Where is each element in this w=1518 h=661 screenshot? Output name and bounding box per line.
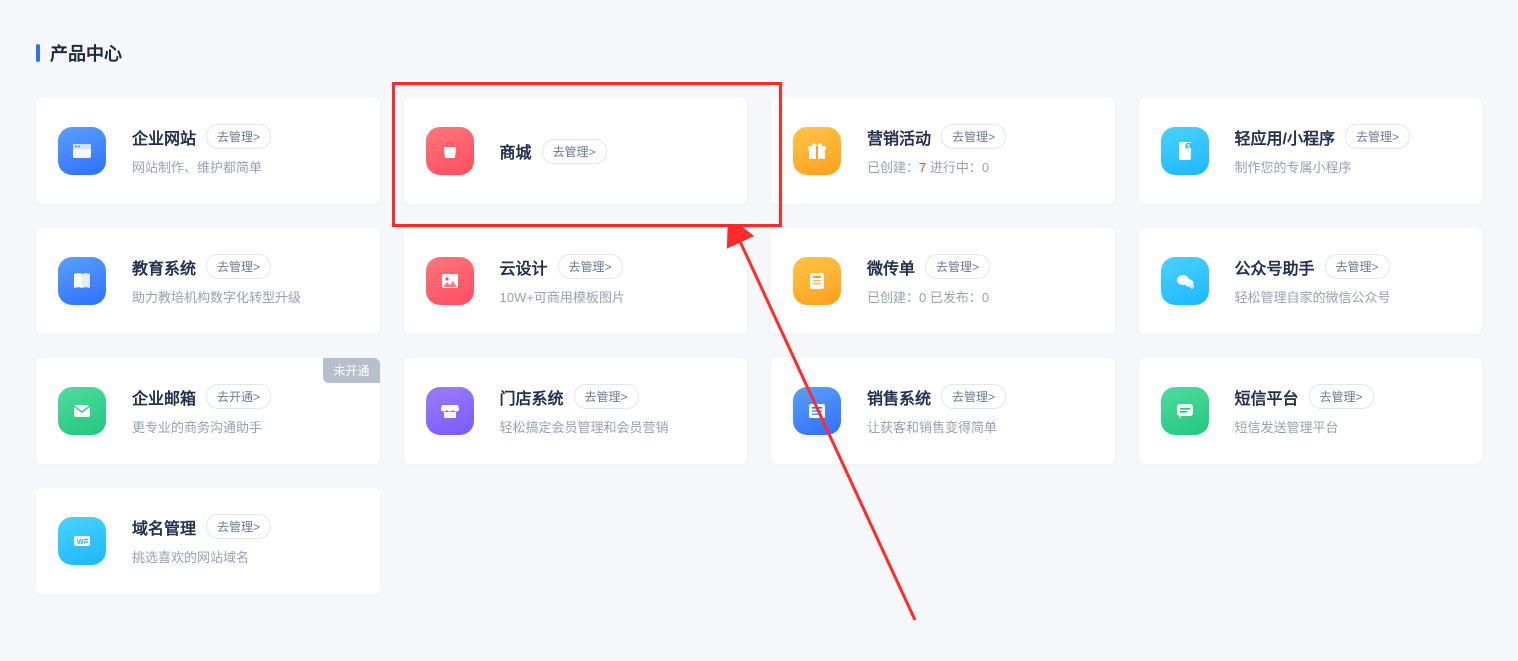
card-desc: 让获客和销售变得简单 [867, 419, 1093, 437]
manage-button[interactable]: 去管理> [941, 124, 1006, 149]
card-desc: 已创建：7 进行中：0 [867, 159, 1093, 177]
card-desc: 助力教培机构数字化转型升级 [132, 289, 358, 307]
bag-icon [426, 127, 474, 175]
card-title: 域名管理 [132, 515, 196, 539]
card-shop[interactable]: 商城 去管理> [404, 98, 748, 204]
card-title: 门店系统 [500, 385, 564, 409]
manage-button[interactable]: 去管理> [542, 139, 607, 164]
manage-button[interactable]: 去管理> [206, 254, 271, 279]
manage-button[interactable]: 去管理> [206, 514, 271, 539]
card-store-system[interactable]: 门店系统 去管理> 轻松搞定会员管理和会员营销 [404, 358, 748, 464]
image-icon [426, 257, 474, 305]
card-title: 营销活动 [867, 125, 931, 149]
card-education[interactable]: 教育系统 去管理> 助力教培机构数字化转型升级 [36, 228, 380, 334]
wechat-icon [1161, 257, 1209, 305]
card-desc: 轻松搞定会员管理和会员营销 [500, 419, 726, 437]
card-enterprise-mail[interactable]: 未开通 企业邮箱 去开通> 更专业的商务沟通助手 [36, 358, 380, 464]
card-title: 轻应用/小程序 [1235, 125, 1335, 149]
card-title: 公众号助手 [1235, 255, 1315, 279]
card-desc: 短信发送管理平台 [1235, 419, 1461, 437]
card-desc: 轻松管理自家的微信公众号 [1235, 289, 1461, 307]
card-sms-platform[interactable]: 短信平台 去管理> 短信发送管理平台 [1139, 358, 1483, 464]
section-title: 产品中心 [50, 40, 122, 66]
manage-button[interactable]: 去管理> [206, 124, 271, 149]
card-title: 短信平台 [1235, 385, 1299, 409]
manage-button[interactable]: 去管理> [574, 384, 639, 409]
mail-icon [58, 387, 106, 435]
card-cloud-design[interactable]: 云设计 去管理> 10W+可商用模板图片 [404, 228, 748, 334]
card-miniapp[interactable]: 轻应用/小程序 去管理> 制作您的专属小程序 [1139, 98, 1483, 204]
card-title: 商城 [500, 139, 532, 163]
status-badge: 未开通 [323, 358, 379, 383]
card-desc: 已创建：0 已发布：0 [867, 289, 1093, 307]
section-header: 产品中心 [36, 40, 1482, 66]
activate-button[interactable]: 去开通> [206, 384, 271, 409]
domain-icon: W. [58, 517, 106, 565]
list-icon [793, 387, 841, 435]
card-domain-management[interactable]: W. 域名管理 去管理> 挑选喜欢的网站域名 [36, 488, 380, 594]
card-title: 企业邮箱 [132, 385, 196, 409]
product-grid: 企业网站 去管理> 网站制作、维护都简单 商城 去管理> [36, 98, 1482, 594]
card-flyer[interactable]: 微传单 去管理> 已创建：0 已发布：0 [771, 228, 1115, 334]
gift-icon [793, 127, 841, 175]
sms-icon [1161, 387, 1209, 435]
card-sales-system[interactable]: 销售系统 去管理> 让获客和销售变得简单 [771, 358, 1115, 464]
manage-button[interactable]: 去管理> [925, 254, 990, 279]
miniapp-icon [1161, 127, 1209, 175]
card-title: 销售系统 [867, 385, 931, 409]
card-desc: 更专业的商务沟通助手 [132, 419, 358, 437]
card-desc: 网站制作、维护都简单 [132, 159, 358, 177]
card-enterprise-website[interactable]: 企业网站 去管理> 网站制作、维护都简单 [36, 98, 380, 204]
card-marketing[interactable]: 营销活动 去管理> 已创建：7 进行中：0 [771, 98, 1115, 204]
card-desc: 挑选喜欢的网站域名 [132, 549, 358, 567]
card-desc: 制作您的专属小程序 [1235, 159, 1461, 177]
card-title: 企业网站 [132, 125, 196, 149]
flyer-icon [793, 257, 841, 305]
section-accent-bar [36, 44, 40, 62]
manage-button[interactable]: 去管理> [1309, 384, 1374, 409]
manage-button[interactable]: 去管理> [941, 384, 1006, 409]
card-desc: 10W+可商用模板图片 [500, 289, 726, 307]
book-icon [58, 257, 106, 305]
manage-button[interactable]: 去管理> [1325, 254, 1390, 279]
card-wechat-assistant[interactable]: 公众号助手 去管理> 轻松管理自家的微信公众号 [1139, 228, 1483, 334]
manage-button[interactable]: 去管理> [1345, 124, 1410, 149]
card-title: 教育系统 [132, 255, 196, 279]
manage-button[interactable]: 去管理> [558, 254, 623, 279]
svg-text:W.: W. [77, 539, 85, 546]
card-title: 云设计 [500, 255, 548, 279]
store-icon [426, 387, 474, 435]
window-icon [58, 127, 106, 175]
card-title: 微传单 [867, 255, 915, 279]
